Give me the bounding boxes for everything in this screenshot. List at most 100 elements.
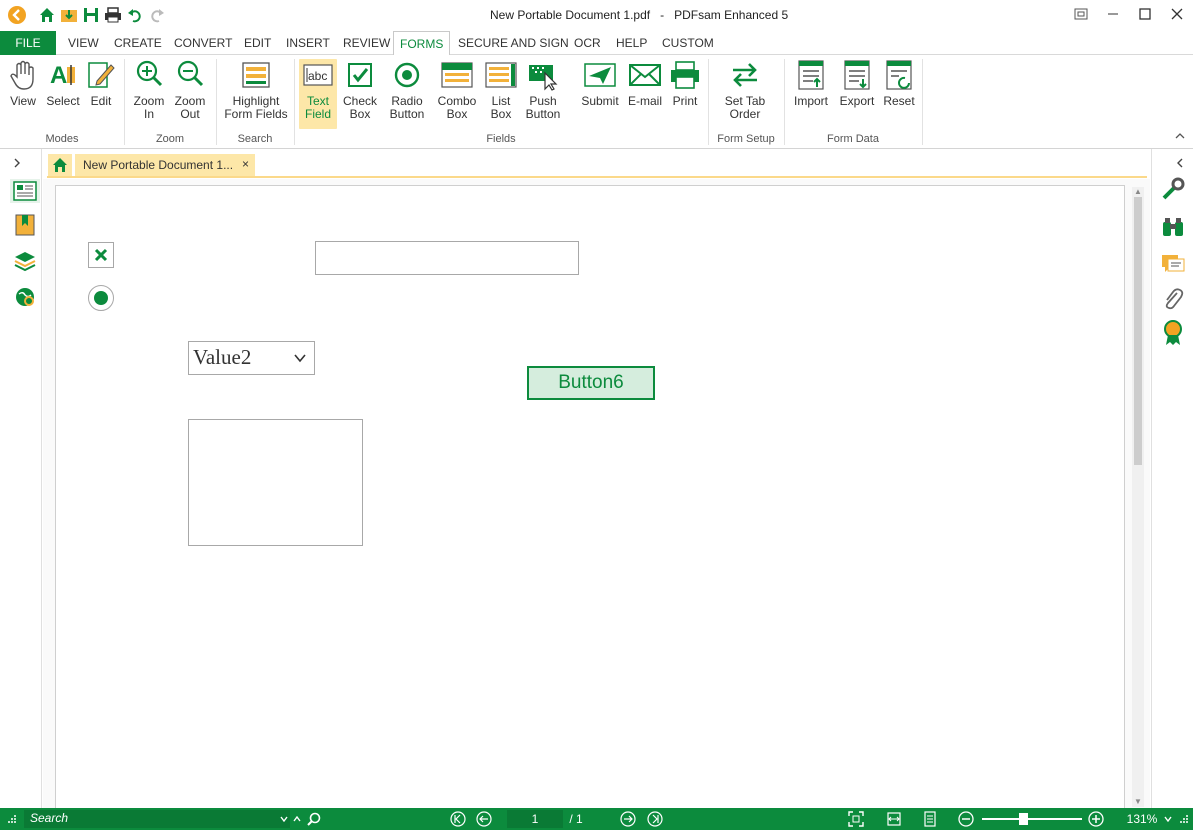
comments-icon[interactable]: [1161, 251, 1185, 275]
export-button[interactable]: Export: [836, 59, 878, 129]
form-radio-field[interactable]: [88, 285, 114, 311]
save-icon[interactable]: [80, 5, 102, 25]
tab-view[interactable]: VIEW: [62, 31, 105, 55]
open-folder-icon[interactable]: [58, 5, 80, 25]
list-box-icon: [485, 59, 517, 91]
check-box-label-2: Box: [349, 107, 371, 121]
zoom-in-status-icon[interactable]: [1086, 808, 1106, 830]
select-label: Select: [46, 94, 80, 108]
fit-width-icon[interactable]: [884, 808, 904, 830]
zoom-dropdown-chevron-icon[interactable]: [1162, 808, 1174, 830]
highlight-label-2: Form Fields: [224, 107, 288, 121]
reset-button[interactable]: Reset: [880, 59, 918, 129]
tab-custom[interactable]: CUSTOM: [656, 31, 720, 55]
radio-selected-dot: [94, 291, 108, 305]
app-logo-icon[interactable]: [6, 5, 28, 25]
form-combo-field[interactable]: Value2: [188, 341, 315, 375]
scroll-thumb[interactable]: [1134, 197, 1142, 465]
home-tab[interactable]: [48, 154, 72, 176]
push-button-button[interactable]: Push Button: [522, 59, 564, 129]
form-push-button[interactable]: Button6: [527, 366, 655, 400]
bookmarks-icon[interactable]: [13, 213, 37, 237]
form-text-field[interactable]: [315, 241, 579, 275]
email-button[interactable]: E-mail: [626, 59, 664, 129]
form-list-field[interactable]: [188, 419, 363, 546]
document-canvas[interactable]: Value2 Button6 ▲ ▼: [43, 179, 1150, 825]
search-up-chevron-icon[interactable]: [291, 808, 303, 830]
zoom-out-status-icon[interactable]: [956, 808, 976, 830]
zoom-out-button[interactable]: Zoom Out: [172, 59, 208, 129]
edit-label: Edit: [90, 94, 112, 108]
set-tab-order-button[interactable]: Set Tab Order: [718, 59, 772, 129]
zoom-in-button[interactable]: Zoom In: [132, 59, 166, 129]
next-page-icon[interactable]: [618, 808, 638, 830]
search-input[interactable]: Search: [24, 810, 290, 828]
close-button[interactable]: [1161, 0, 1193, 28]
zoom-slider-thumb[interactable]: [1019, 813, 1028, 825]
pdf-page[interactable]: Value2 Button6: [55, 185, 1125, 825]
redo-icon[interactable]: [146, 5, 168, 25]
binoculars-icon[interactable]: [1161, 215, 1185, 239]
last-page-icon[interactable]: [645, 808, 665, 830]
tab-insert[interactable]: INSERT: [280, 31, 336, 55]
view-mode-button[interactable]: View: [6, 59, 40, 129]
attachment-paperclip-icon[interactable]: [1161, 287, 1185, 311]
thumbnails-icon[interactable]: [10, 179, 40, 203]
select-mode-button[interactable]: A Select: [44, 59, 82, 129]
zoom-slider-track[interactable]: [982, 818, 1082, 820]
fit-page-icon[interactable]: [846, 808, 866, 830]
text-field-button[interactable]: abc Text Field: [299, 59, 337, 129]
collapse-right-panel-icon[interactable]: [1176, 157, 1184, 171]
scroll-down-icon[interactable]: ▼: [1132, 797, 1144, 807]
tab-secure-and-sign[interactable]: SECURE AND SIGN: [452, 31, 575, 55]
certificate-badge-icon[interactable]: [1161, 320, 1185, 345]
links-globe-icon[interactable]: [13, 285, 37, 309]
scroll-up-icon[interactable]: ▲: [1132, 187, 1144, 197]
first-page-icon[interactable]: [448, 808, 468, 830]
check-box-button[interactable]: Check Box: [342, 59, 378, 129]
document-tab[interactable]: New Portable Document 1... ×: [75, 154, 255, 176]
import-button[interactable]: Import: [790, 59, 832, 129]
highlight-form-fields-button[interactable]: Highlight Form Fields: [224, 59, 288, 129]
maximize-button[interactable]: [1129, 0, 1161, 28]
undo-icon[interactable]: [124, 5, 146, 25]
tab-create[interactable]: CREATE: [108, 31, 168, 55]
previous-page-icon[interactable]: [474, 808, 494, 830]
minimize-button[interactable]: [1097, 0, 1129, 28]
vertical-scrollbar[interactable]: ▲ ▼: [1132, 187, 1144, 807]
radio-button-button[interactable]: Radio Button: [386, 59, 428, 129]
zoom-level[interactable]: 131%: [1122, 808, 1162, 830]
list-box-label-2: Box: [490, 107, 512, 121]
chevron-down-icon: [294, 354, 306, 363]
list-box-button[interactable]: List Box: [484, 59, 518, 129]
edit-mode-button[interactable]: Edit: [86, 59, 116, 129]
layers-icon[interactable]: [13, 249, 37, 273]
print-form-button[interactable]: Print: [668, 59, 702, 129]
tab-ocr[interactable]: OCR: [568, 31, 607, 55]
submit-button[interactable]: Submit: [580, 59, 620, 129]
restore-icon[interactable]: [1065, 0, 1097, 28]
tab-help[interactable]: HELP: [610, 31, 653, 55]
print-icon[interactable]: [102, 5, 124, 25]
close-tab-icon[interactable]: ×: [242, 157, 249, 171]
tools-wrench-icon[interactable]: [1161, 177, 1185, 201]
tab-forms[interactable]: FORMS: [393, 31, 451, 56]
tab-convert[interactable]: CONVERT: [168, 31, 238, 55]
combo-value: Value2: [193, 345, 252, 369]
form-setup-group-label: Form Setup: [717, 133, 775, 145]
form-checkbox-field[interactable]: [88, 242, 114, 268]
tab-edit[interactable]: EDIT: [238, 31, 277, 55]
combo-box-button[interactable]: Combo Box: [436, 59, 478, 129]
page-number-input[interactable]: 1: [507, 810, 563, 828]
search-icon[interactable]: [306, 808, 322, 830]
file-tab[interactable]: FILE: [0, 31, 56, 55]
collapse-ribbon-icon[interactable]: [1175, 129, 1185, 143]
home-icon[interactable]: [36, 5, 58, 25]
expand-left-panel-icon[interactable]: [13, 157, 21, 171]
zoom-out-label-2: Out: [180, 107, 200, 121]
search-dropdown-chevron-icon[interactable]: [278, 808, 290, 830]
form-data-group-label: Form Data: [827, 133, 879, 145]
actual-size-icon[interactable]: [920, 808, 940, 830]
svg-text:abc: abc: [308, 69, 327, 83]
tab-review[interactable]: REVIEW: [337, 31, 396, 55]
